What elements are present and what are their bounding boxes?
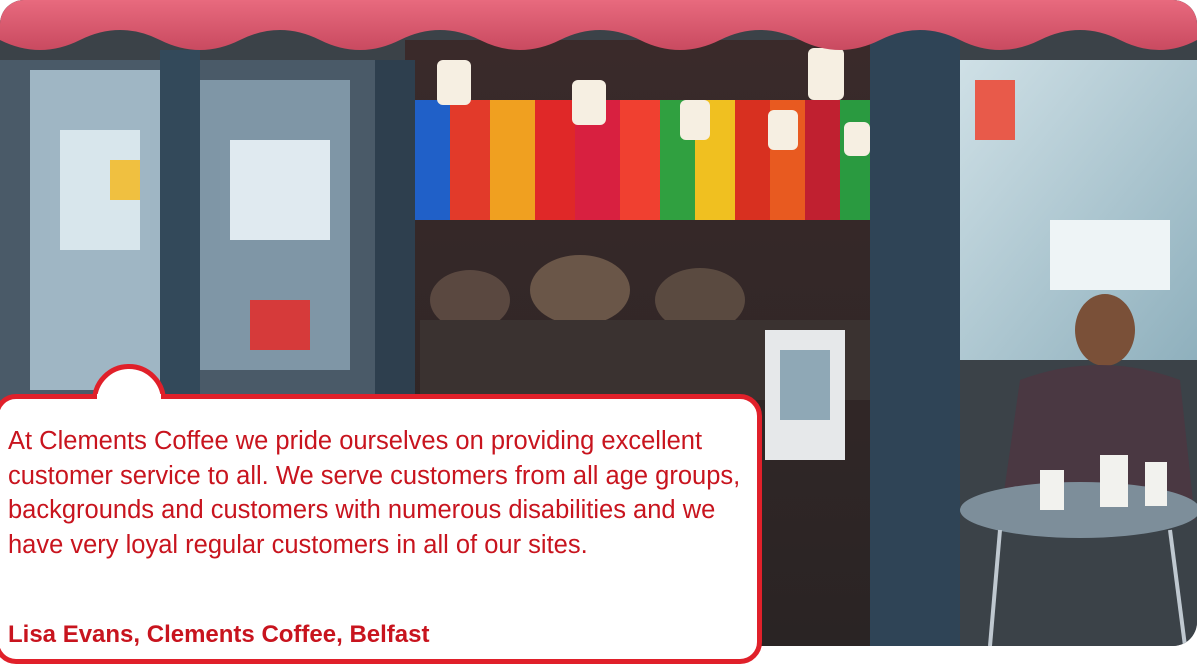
testimonial-quote: At Clements Coffee we pride ourselves on… bbox=[8, 427, 741, 559]
testimonial-attribution: Lisa Evans, Clements Coffee, Belfast bbox=[8, 621, 430, 648]
